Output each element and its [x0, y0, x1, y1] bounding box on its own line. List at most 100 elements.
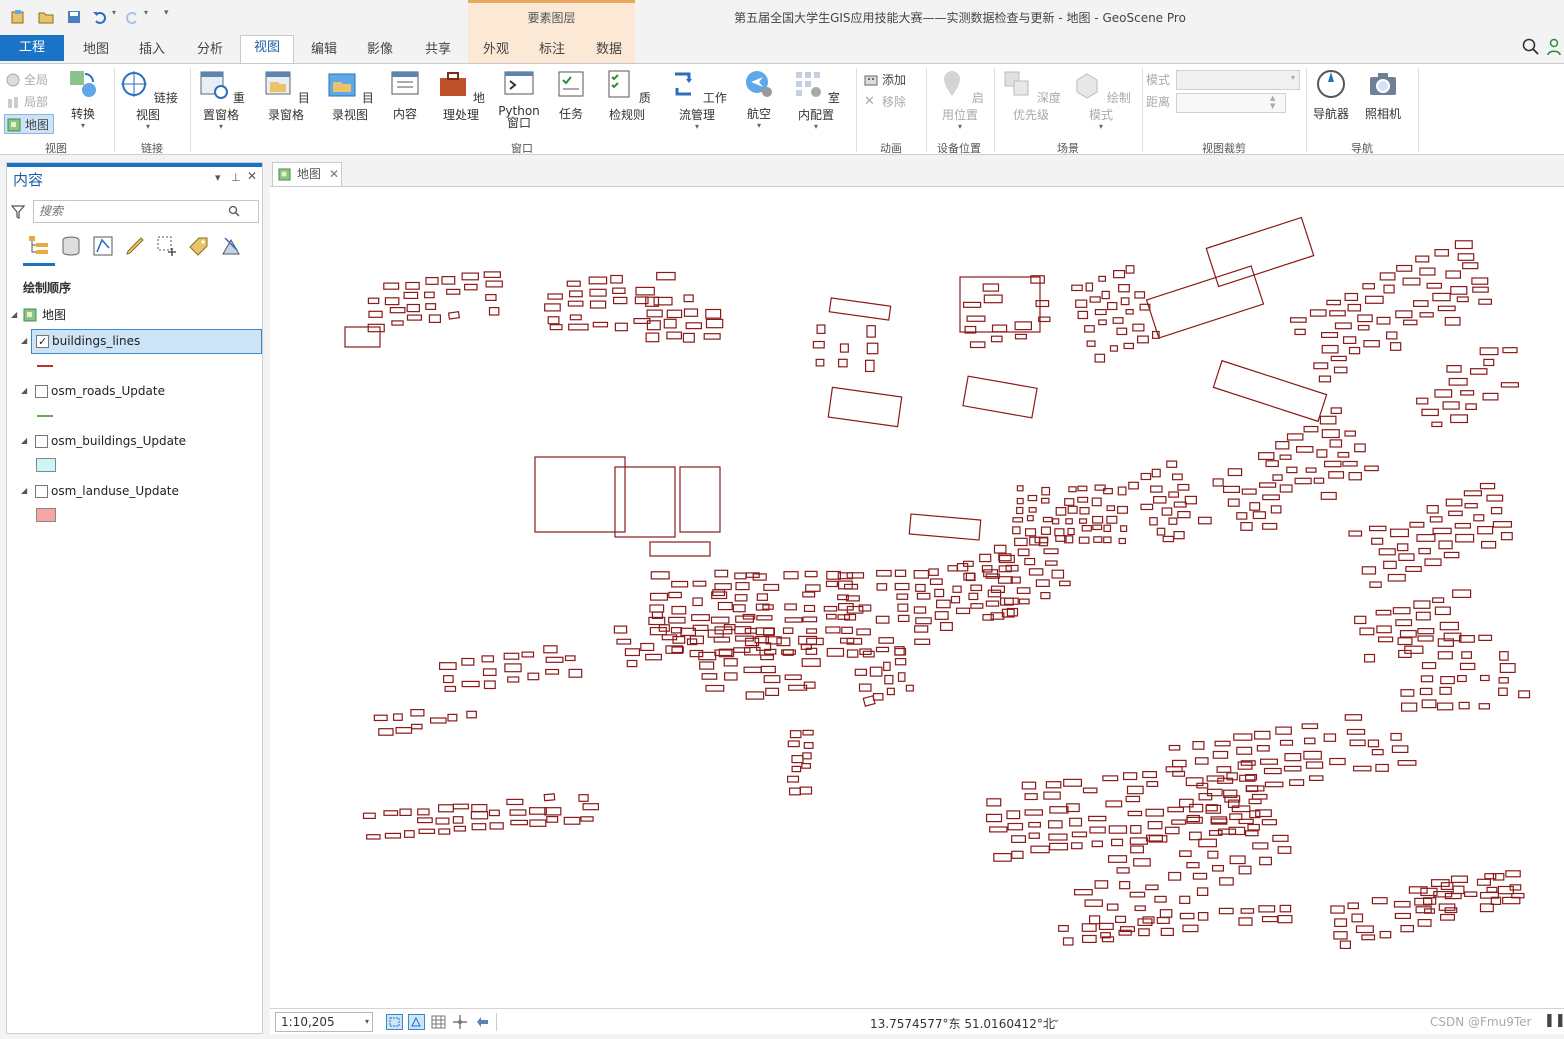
building-outline [763, 583, 780, 591]
list-by-editing-icon[interactable] [123, 234, 147, 258]
list-by-selection-icon[interactable] [91, 234, 115, 258]
catalog-view-button[interactable]: 目录视图 [322, 68, 378, 123]
building-outline [1252, 842, 1269, 850]
layer-visibility-checkbox[interactable] [35, 385, 48, 398]
animation-add-button[interactable]: 添加 [862, 70, 906, 90]
pause-drawing-icon[interactable]: ❚❚ [1544, 1013, 1564, 1028]
tab-insert[interactable]: 插入 [128, 38, 176, 64]
fixed-zoom-icon[interactable] [386, 1014, 403, 1030]
tab-imagery[interactable]: 影像 [356, 38, 404, 64]
aviation-button[interactable]: 航空 ▾ [738, 68, 780, 130]
redo-icon[interactable] [124, 9, 140, 25]
layer-symbol-fill[interactable] [36, 508, 56, 522]
python-window-button[interactable]: Python 窗口 [496, 68, 542, 129]
pin-icon[interactable]: ⊥ [231, 171, 241, 184]
contents-search-input[interactable] [39, 201, 219, 221]
qc-rules-button[interactable]: 质检规则 [598, 68, 656, 123]
tab-map[interactable]: 地图 [72, 38, 120, 64]
list-by-drawing-order-icon[interactable] [27, 234, 51, 258]
reset-panes-button[interactable]: 重置窗格 ▾ [194, 68, 248, 131]
layer-symbol-line[interactable] [37, 365, 53, 367]
undo-icon[interactable] [92, 9, 108, 25]
layer-row-buildings-lines[interactable]: buildings_lines [31, 329, 262, 354]
indoor-config-button[interactable]: 室内配置 ▾ [788, 68, 844, 131]
animation-remove-button[interactable]: ✕ 移除 [862, 92, 906, 112]
building-outline [1127, 810, 1143, 817]
contents-button[interactable]: 内容 [386, 68, 424, 122]
user-account-icon[interactable] [1547, 38, 1561, 56]
view-map-button[interactable]: 地图 [4, 114, 54, 134]
collapse-arrow-icon[interactable]: ◢ [11, 304, 17, 326]
draw-mode-button[interactable]: 绘制模式 ▾ [1070, 68, 1132, 131]
building-outline [878, 637, 894, 644]
layer-visibility-checkbox[interactable] [36, 331, 49, 353]
building-outline [1387, 573, 1406, 582]
tasks-button[interactable]: 任务 [552, 68, 590, 122]
building-outline [717, 601, 733, 611]
building-outline [1417, 635, 1434, 642]
tab-share[interactable]: 共享 [414, 38, 462, 64]
list-by-labeling-icon[interactable] [187, 234, 211, 258]
list-by-snapping-icon[interactable] [155, 234, 179, 258]
camera-button[interactable]: 照相机 [1362, 68, 1404, 122]
layer-visibility-checkbox[interactable] [35, 485, 48, 498]
filter-icon[interactable] [11, 205, 25, 219]
clip-mode-dropdown[interactable]: ▾ [1176, 70, 1300, 90]
redo-dropdown-icon[interactable]: ▾ [144, 8, 160, 24]
building-outline [1089, 826, 1106, 834]
tab-data[interactable]: 数据 [585, 38, 633, 64]
close-tab-icon[interactable]: ✕ [329, 163, 339, 185]
building-outline [1361, 934, 1376, 941]
layer-symbol-fill[interactable] [36, 458, 56, 472]
map-view-tab[interactable]: 地图 ✕ [272, 162, 342, 186]
grid-icon[interactable] [430, 1014, 447, 1030]
open-project-icon[interactable] [38, 9, 54, 25]
save-project-icon[interactable] [66, 9, 82, 25]
search-icon[interactable] [228, 205, 240, 217]
coordinate-format-dropdown-icon[interactable]: ⌄ [1052, 1014, 1060, 1025]
command-search-icon[interactable] [1522, 38, 1540, 56]
spinner-icon[interactable]: ▲ ▼ [1270, 94, 1275, 110]
enable-location-button[interactable]: 启用位置 ▾ [932, 68, 988, 131]
list-by-data-source-icon[interactable] [59, 234, 83, 258]
tab-analysis[interactable]: 分析 [186, 38, 234, 64]
close-pane-icon[interactable]: ✕ [247, 169, 257, 183]
collapse-arrow-icon[interactable]: ◢ [21, 436, 27, 445]
tree-item-map[interactable]: ◢ 地图 [7, 304, 257, 326]
navigator-button[interactable]: 导航器 [1310, 68, 1352, 122]
view-local-button[interactable]: 局部 [4, 92, 48, 112]
new-project-icon[interactable] [10, 9, 26, 25]
convert-button[interactable]: 转换 ▾ [64, 68, 102, 130]
scale-selector[interactable]: 1:10,205 ▾ [275, 1012, 373, 1032]
layer-row-osm-landuse[interactable]: osm_landuse_Update [31, 480, 262, 502]
layer-row-osm-roads[interactable]: osm_roads_Update [31, 380, 262, 402]
contents-search-box[interactable] [33, 200, 259, 223]
snapping-icon[interactable] [452, 1014, 469, 1030]
layer-visibility-checkbox[interactable] [35, 435, 48, 448]
view-full-button[interactable]: 全局 [4, 70, 48, 90]
customize-toolbar-icon[interactable]: ▾ [164, 8, 180, 24]
building-outline [1171, 759, 1187, 768]
collapse-arrow-icon[interactable]: ◢ [21, 486, 27, 495]
tab-labeling[interactable]: 标注 [528, 38, 576, 64]
tab-view[interactable]: 视图 [240, 35, 294, 65]
link-views-button[interactable]: 链接视图 ▾ [118, 68, 178, 131]
layer-row-osm-buildings[interactable]: osm_buildings_Update [31, 430, 262, 452]
depth-priority-button[interactable]: 深度优先级 [998, 68, 1064, 123]
list-by-perspective-imagery-icon[interactable] [219, 234, 243, 258]
geoprocessing-button[interactable]: 地理处理 [434, 68, 488, 123]
selection-mode-icon[interactable] [408, 1014, 425, 1030]
tab-project[interactable]: 工程 [0, 35, 64, 61]
refresh-icon[interactable] [474, 1014, 491, 1030]
collapse-arrow-icon[interactable]: ◢ [21, 336, 27, 345]
collapse-arrow-icon[interactable]: ◢ [21, 386, 27, 395]
building-outline [1168, 744, 1181, 751]
pane-options-icon[interactable]: ▾ [215, 171, 221, 184]
catalog-pane-button[interactable]: 目录窗格 [258, 68, 314, 123]
tab-edit[interactable]: 编辑 [300, 38, 348, 64]
layer-symbol-line[interactable] [37, 415, 53, 417]
map-canvas[interactable] [270, 186, 1564, 1008]
building-outline [504, 663, 522, 673]
workflow-manager-button[interactable]: 工作流管理 ▾ [664, 68, 730, 131]
tab-appearance[interactable]: 外观 [472, 38, 520, 64]
